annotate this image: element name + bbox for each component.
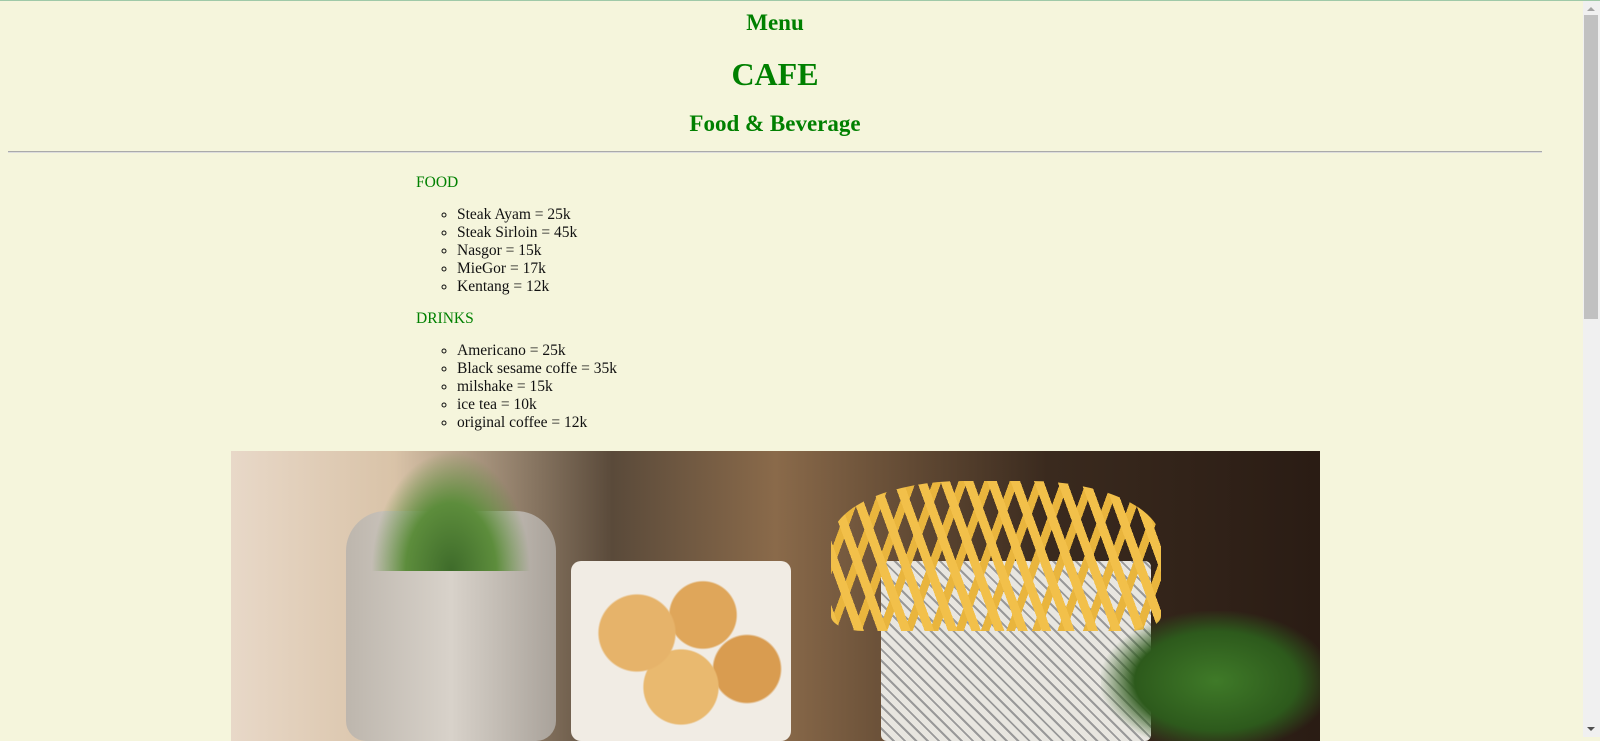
list-item: Nasgor = 15k	[457, 242, 617, 260]
drinks-section-label: DRINKS	[416, 310, 474, 327]
greens	[1101, 611, 1320, 741]
list-item: original coffee = 12k	[457, 414, 617, 432]
list-item: ice tea = 10k	[457, 396, 617, 414]
food-photo	[231, 451, 1320, 741]
food-section-label: FOOD	[416, 174, 459, 191]
menu-heading: Menu	[746, 10, 804, 35]
vertical-scrollbar[interactable]	[1583, 1, 1600, 737]
list-item: Steak Sirloin = 45k	[457, 224, 617, 242]
list-item: MieGor = 17k	[457, 260, 617, 278]
nuggets	[571, 561, 791, 741]
french-fries	[831, 481, 1161, 631]
page: Menu CAFE Food & Beverage FOOD Steak Aya…	[0, 1, 1583, 741]
scrollbar-thumb[interactable]	[1584, 15, 1598, 319]
divider	[8, 151, 1542, 153]
list-item: Kentang = 12k	[457, 278, 617, 296]
list-item: milshake = 15k	[457, 378, 617, 396]
food-list: Steak Ayam = 25k Steak Sirloin = 45k Nas…	[416, 206, 617, 296]
list-item: Black sesame coffe = 35k	[457, 360, 617, 378]
drinks-list: Americano = 25k Black sesame coffe = 35k…	[416, 342, 617, 432]
list-item: Steak Ayam = 25k	[457, 206, 617, 224]
page-subtitle: Food & Beverage	[689, 111, 861, 136]
scroll-up-arrow-icon[interactable]	[1587, 7, 1595, 11]
scroll-down-arrow-icon[interactable]	[1587, 727, 1595, 731]
list-item: Americano = 25k	[457, 342, 617, 360]
page-title: CAFE	[731, 56, 819, 92]
plant	[371, 451, 531, 571]
menu-list: FOOD Steak Ayam = 25k Steak Sirloin = 45…	[416, 174, 617, 446]
